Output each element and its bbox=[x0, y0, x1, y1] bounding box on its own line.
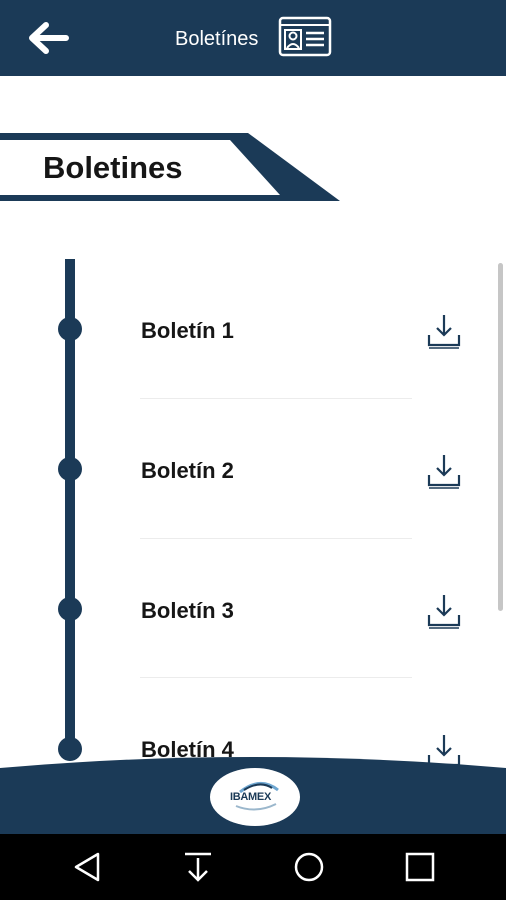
logo-text: IBAMEX bbox=[230, 791, 271, 803]
nav-back-icon[interactable] bbox=[70, 850, 104, 884]
section-title: Boletines bbox=[43, 150, 183, 185]
nav-download-icon[interactable] bbox=[181, 850, 215, 884]
download-icon[interactable] bbox=[425, 591, 463, 631]
id-card-icon bbox=[278, 16, 332, 57]
scrollbar[interactable] bbox=[498, 263, 503, 611]
download-icon[interactable] bbox=[425, 451, 463, 491]
timeline-dot bbox=[58, 317, 82, 341]
app-bar: Boletínes bbox=[0, 0, 506, 76]
app-bar-title: Boletínes bbox=[175, 28, 259, 50]
bulletin-label: Boletín 3 bbox=[141, 598, 234, 623]
nav-home-icon[interactable] bbox=[292, 850, 326, 884]
back-button[interactable] bbox=[24, 18, 74, 58]
nav-recents-icon[interactable] bbox=[403, 850, 437, 884]
timeline-dot bbox=[58, 457, 82, 481]
list-divider bbox=[140, 398, 412, 399]
bulletin-label: Boletín 2 bbox=[141, 458, 234, 483]
arrow-left-icon bbox=[29, 22, 69, 54]
timeline-dot bbox=[58, 597, 82, 621]
bulletin-label: Boletín 1 bbox=[141, 318, 234, 343]
list-divider bbox=[140, 677, 412, 678]
download-icon[interactable] bbox=[425, 311, 463, 351]
list-divider bbox=[140, 538, 412, 539]
